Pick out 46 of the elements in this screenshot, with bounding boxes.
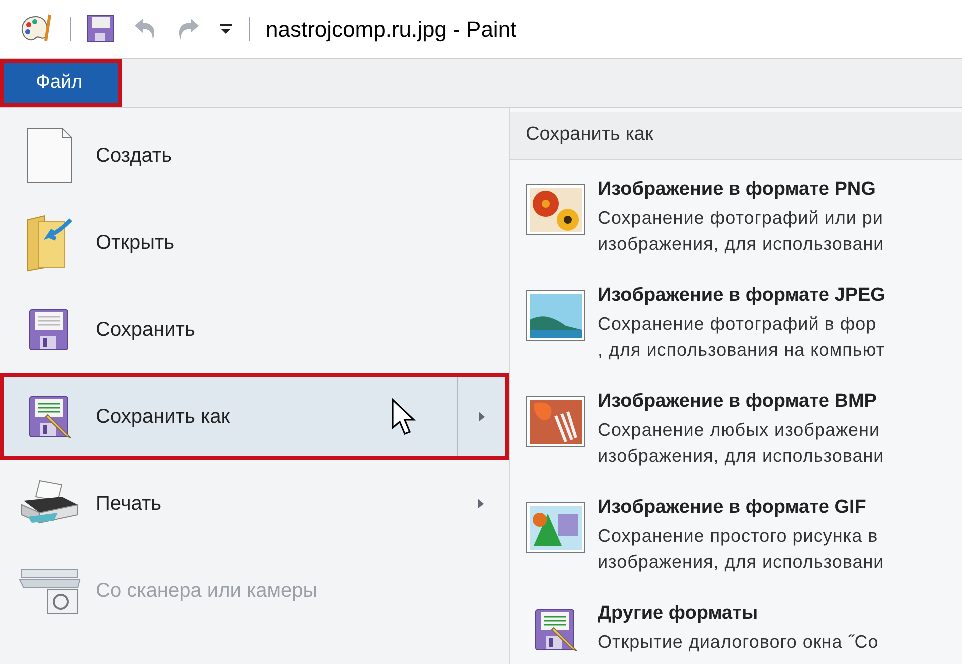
format-description: Открытие диалогового окна ˝Со (598, 630, 879, 654)
menu-item[interactable]: Сохранить (0, 286, 509, 373)
blank-page-icon (27, 128, 73, 184)
cone-shapes-icon (526, 502, 586, 554)
menu-item[interactable]: Открыть (0, 199, 509, 286)
paint-brushes-icon (526, 396, 586, 448)
format-title: Изображение в формате JPEG (598, 284, 886, 308)
format-title: Изображение в формате BMP (598, 390, 878, 414)
floppy-pencil-icon (28, 394, 72, 438)
mouse-cursor-icon (391, 398, 417, 436)
format-title: Изображение в формате PNG (598, 178, 877, 202)
submenu-arrow-icon (478, 410, 486, 422)
customize-dropdown-icon[interactable] (219, 22, 233, 36)
menu-item-label: Сохранить (96, 318, 196, 342)
menu-item-label: Сохранить как (96, 404, 232, 430)
submenu-arrow-icon (477, 498, 485, 510)
menu-item-label: Печать (96, 492, 163, 516)
format-description: изображения, для использовани (598, 550, 884, 574)
format-description: , для использования на компьют (598, 338, 886, 362)
format-description: Сохранение фотографий в фор (598, 312, 878, 336)
floppy-pencil-icon (534, 608, 578, 652)
format-description: изображения, для использовани (598, 444, 884, 468)
save-icon[interactable] (87, 15, 115, 43)
menu-item-label: Со сканера или камеры (96, 578, 319, 604)
format-option[interactable]: Изображение в формате PNG Сохранение фотографий или ри изображения, для использовани (510, 168, 962, 274)
format-description: Сохранение любых изображени (598, 418, 882, 442)
menu-item[interactable]: Печать (0, 460, 509, 547)
format-option[interactable]: Изображение в формате JPEG Сохранение фотографий в фор , для использования на компьют (510, 274, 962, 380)
format-option[interactable]: Другие форматы Открытие диалогового окна ˝Со (510, 592, 962, 664)
file-tab[interactable]: Файл (0, 59, 122, 107)
menu-item[interactable]: Создать (0, 112, 509, 199)
format-title: Другие форматы (598, 602, 760, 626)
window-title: nastrojcomp.ru.jpg - Paint (266, 16, 517, 44)
submenu-title: Сохранить как (526, 123, 654, 148)
menu-item-label: Создать (96, 144, 174, 168)
menu-item[interactable]: Сохранить как (0, 373, 509, 460)
format-description: изображения, для использовани (598, 232, 884, 256)
flower-picture-icon (526, 184, 586, 236)
folder-arrow-icon (25, 214, 75, 272)
format-description: Сохранение простого рисунка в (598, 524, 880, 548)
menu-item-label: Открыть (96, 230, 176, 256)
format-description: Сохранение фотографий или ри (598, 206, 884, 230)
format-option[interactable]: Изображение в формате GIF Сохранение простого рисунка в изображения, для использовани (510, 486, 962, 592)
landscape-picture-icon (526, 290, 586, 342)
format-title: Изображение в формате GIF (598, 496, 868, 520)
format-option[interactable]: Изображение в формате BMP Сохранение любых изображени изображения, для использовани (510, 380, 962, 486)
